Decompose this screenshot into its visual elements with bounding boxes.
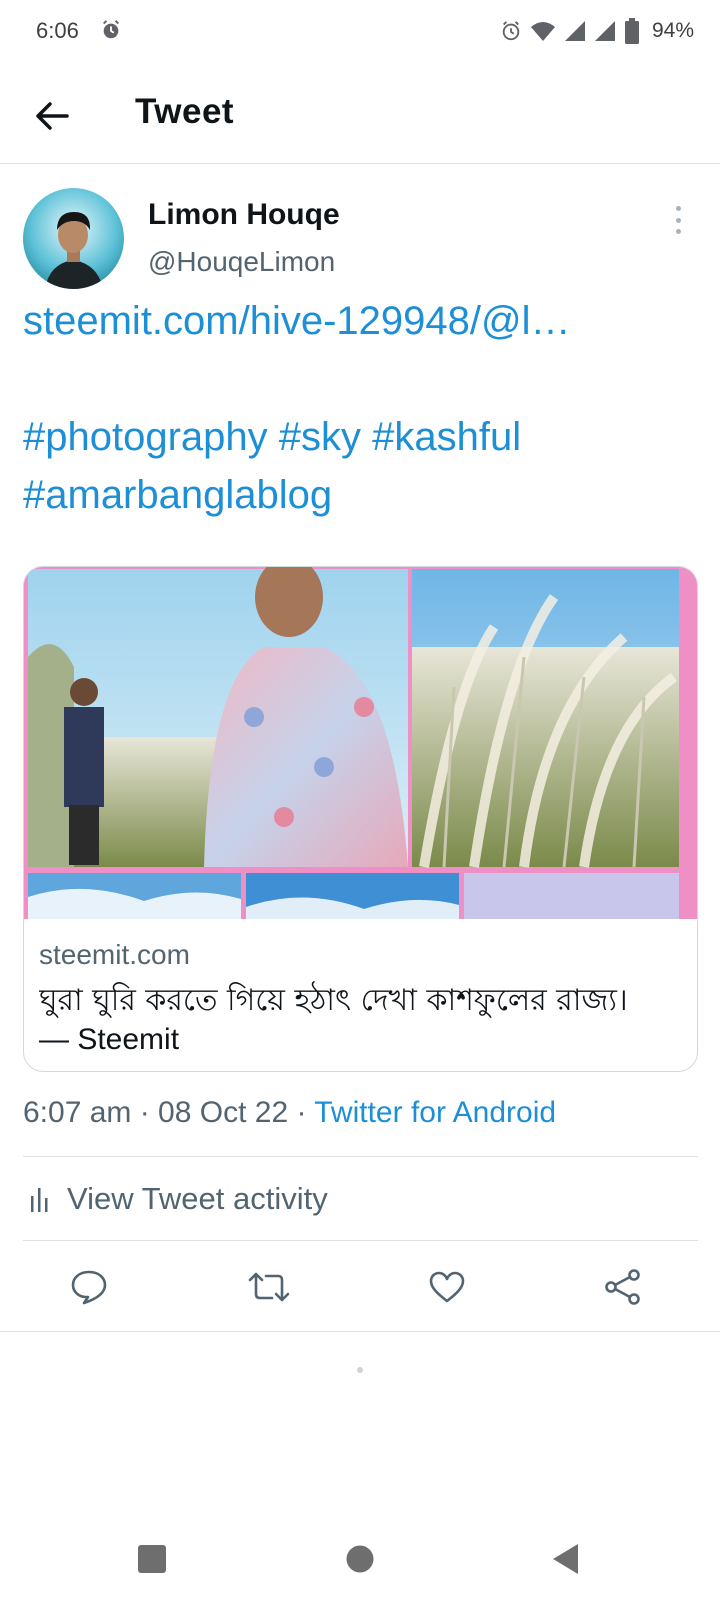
battery-percentage: 94% [651, 19, 694, 42]
loading-indicator [357, 1367, 363, 1373]
alarm-icon [502, 21, 520, 41]
bar-chart-icon [31, 1188, 48, 1212]
back-button[interactable] [28, 92, 76, 140]
divider [23, 1156, 698, 1157]
battery-icon [624, 18, 639, 44]
link-preview-card[interactable]: steemit.com ঘুরা ঘুরি করতে গিয়ে হঠাৎ দে… [23, 566, 698, 1072]
system-navigation-bar [0, 1520, 720, 1600]
action-bar [0, 1242, 720, 1332]
tweet-meta: 6:07 am · 08 Oct 22 · Twitter for Androi… [23, 1096, 556, 1130]
tweet-text: steemit.com/hive-129948/@l… #photography… [23, 292, 698, 524]
signal-icon [594, 21, 615, 41]
tweet-timestamp: 6:07 am · 08 Oct 22 · [23, 1096, 315, 1129]
retweet-button[interactable] [246, 1264, 292, 1310]
card-title: ঘুরা ঘুরি করতে গিয়ে হঠাৎ দেখা কাশফুলের … [39, 983, 628, 1018]
hashtag[interactable]: #sky [279, 415, 361, 459]
share-button[interactable] [600, 1264, 646, 1310]
square-icon [138, 1545, 166, 1573]
divider [23, 1240, 698, 1241]
page-title: Tweet [135, 92, 235, 131]
status-bar: 6:06 94% [0, 0, 720, 64]
avatar-image [23, 188, 124, 289]
status-indicators: 94% [500, 16, 694, 46]
hashtag-line: #photography #sky #kashful [23, 408, 698, 466]
triangle-left-icon [553, 1544, 578, 1574]
tweet-link[interactable]: steemit.com/hive-129948/@l… [23, 292, 698, 350]
reply-button[interactable] [66, 1264, 112, 1310]
author-handle[interactable]: @HouqeLimon [148, 246, 335, 278]
recents-button[interactable] [127, 1534, 177, 1584]
circle-icon [346, 1545, 374, 1573]
hashtag[interactable]: #kashful [372, 415, 521, 459]
hashtag[interactable]: #photography [23, 415, 268, 459]
status-time: 6:06 [36, 18, 79, 43]
share-icon [605, 1269, 640, 1305]
tweet-source[interactable]: Twitter for Android [314, 1096, 556, 1129]
more-vertical-icon [675, 206, 681, 211]
alarm-icon [103, 20, 119, 39]
card-domain: steemit.com [39, 939, 190, 970]
avatar[interactable] [23, 188, 124, 289]
wifi-icon [530, 22, 555, 41]
top-app-bar: Tweet [0, 64, 720, 164]
activity-label: View Tweet activity [67, 1181, 328, 1216]
back-nav-button[interactable] [540, 1534, 590, 1584]
hashtag[interactable]: #amarbanglablog [23, 473, 332, 517]
more-options-button[interactable] [664, 200, 692, 240]
heart-icon [429, 1271, 465, 1303]
like-button[interactable] [424, 1264, 470, 1310]
retweet-icon [248, 1272, 290, 1302]
view-tweet-activity[interactable]: View Tweet activity [23, 1158, 698, 1240]
hashtag-line: #amarbanglablog [23, 466, 698, 524]
card-image [24, 567, 697, 919]
author-name[interactable]: Limon Houqe [148, 198, 340, 232]
card-subtitle: — Steemit [39, 1023, 180, 1056]
home-button[interactable] [335, 1534, 385, 1584]
screen: 6:06 94% Tweet Limon Houqe @HouqeLimon s… [0, 0, 720, 1600]
signal-icon [564, 21, 585, 41]
reply-icon [71, 1270, 107, 1305]
arrow-left-icon [36, 102, 69, 130]
